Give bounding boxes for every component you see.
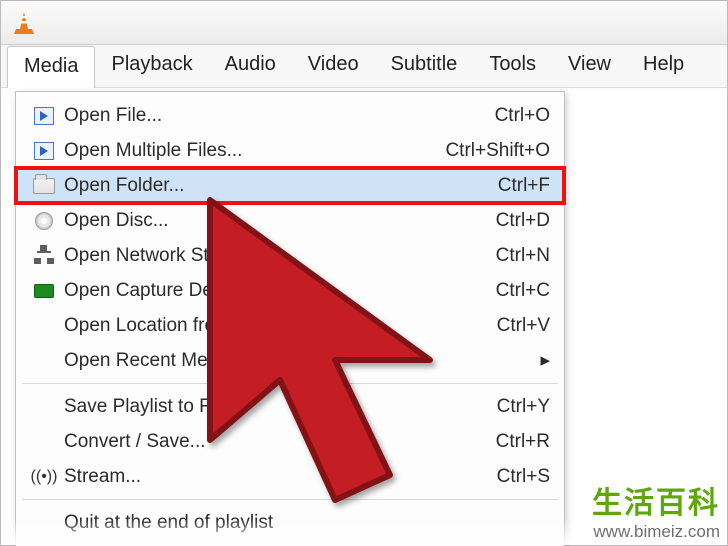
titlebar bbox=[1, 1, 727, 45]
stream-icon: ((•)) bbox=[31, 468, 58, 486]
menu-audio[interactable]: Audio bbox=[209, 45, 292, 87]
network-icon bbox=[34, 248, 54, 264]
folder-icon bbox=[33, 178, 55, 194]
menubar: Media Playback Audio Video Subtitle Tool… bbox=[1, 45, 727, 88]
menuitem-open-folder[interactable]: Open Folder... Ctrl+F bbox=[16, 168, 564, 203]
menu-view[interactable]: View bbox=[552, 45, 627, 87]
menuitem-label: Open Folder... bbox=[64, 175, 498, 197]
media-dropdown: Open File... Ctrl+O Open Multiple Files.… bbox=[15, 91, 565, 546]
menuitem-shortcut: Ctrl+S bbox=[497, 466, 550, 488]
menuitem-label: Save Playlist to File... bbox=[64, 396, 497, 418]
chevron-right-icon: ▸ bbox=[540, 349, 550, 372]
menuitem-label: Open File... bbox=[64, 105, 495, 127]
menuitem-shortcut: Ctrl+C bbox=[496, 280, 550, 302]
menuitem-shortcut: Ctrl+R bbox=[496, 431, 550, 453]
menu-tools[interactable]: Tools bbox=[473, 45, 552, 87]
menu-media[interactable]: Media bbox=[7, 46, 95, 88]
menuitem-convert-save[interactable]: Convert / Save... Ctrl+R bbox=[16, 424, 564, 459]
play-file-icon bbox=[34, 142, 54, 160]
play-file-icon bbox=[34, 107, 54, 125]
menuitem-stream[interactable]: ((•)) Stream... Ctrl+S bbox=[16, 459, 564, 494]
menuitem-label: Open Network Stream... bbox=[64, 245, 496, 267]
menuitem-label: Open Location from clipboard bbox=[64, 315, 497, 337]
disc-icon bbox=[35, 212, 53, 230]
app-window: Media Playback Audio Video Subtitle Tool… bbox=[0, 0, 728, 546]
menu-separator bbox=[22, 499, 558, 500]
menu-separator bbox=[22, 383, 558, 384]
menu-help[interactable]: Help bbox=[627, 45, 700, 87]
menu-subtitle[interactable]: Subtitle bbox=[375, 45, 474, 87]
menuitem-label: Convert / Save... bbox=[64, 431, 496, 453]
menu-video[interactable]: Video bbox=[292, 45, 375, 87]
menuitem-open-clipboard[interactable]: Open Location from clipboard Ctrl+V bbox=[16, 308, 564, 343]
menuitem-label: Open Disc... bbox=[64, 210, 496, 232]
capture-icon bbox=[34, 284, 54, 298]
menuitem-open-network[interactable]: Open Network Stream... Ctrl+N bbox=[16, 238, 564, 273]
menuitem-open-recent[interactable]: Open Recent Media ▸ bbox=[16, 343, 564, 378]
menu-playback[interactable]: Playback bbox=[95, 45, 208, 87]
fade-overlay bbox=[1, 519, 727, 545]
menuitem-label: Open Recent Media bbox=[64, 350, 540, 372]
menuitem-open-disc[interactable]: Open Disc... Ctrl+D bbox=[16, 203, 564, 238]
vlc-cone-icon bbox=[11, 10, 37, 36]
menuitem-shortcut: Ctrl+F bbox=[498, 175, 550, 197]
menuitem-shortcut: Ctrl+D bbox=[496, 210, 550, 232]
menuitem-open-file[interactable]: Open File... Ctrl+O bbox=[16, 98, 564, 133]
menuitem-save-playlist[interactable]: Save Playlist to File... Ctrl+Y bbox=[16, 389, 564, 424]
menuitem-label: Open Multiple Files... bbox=[64, 140, 445, 162]
menuitem-shortcut: Ctrl+O bbox=[495, 105, 550, 127]
menuitem-shortcut: Ctrl+Y bbox=[497, 396, 550, 418]
menuitem-label: Stream... bbox=[64, 466, 497, 488]
menuitem-shortcut: Ctrl+Shift+O bbox=[445, 140, 550, 162]
menuitem-shortcut: Ctrl+V bbox=[497, 315, 550, 337]
menuitem-shortcut: Ctrl+N bbox=[496, 245, 550, 267]
menuitem-label: Open Capture Device... bbox=[64, 280, 496, 302]
menuitem-open-capture[interactable]: Open Capture Device... Ctrl+C bbox=[16, 273, 564, 308]
menuitem-open-multiple[interactable]: Open Multiple Files... Ctrl+Shift+O bbox=[16, 133, 564, 168]
